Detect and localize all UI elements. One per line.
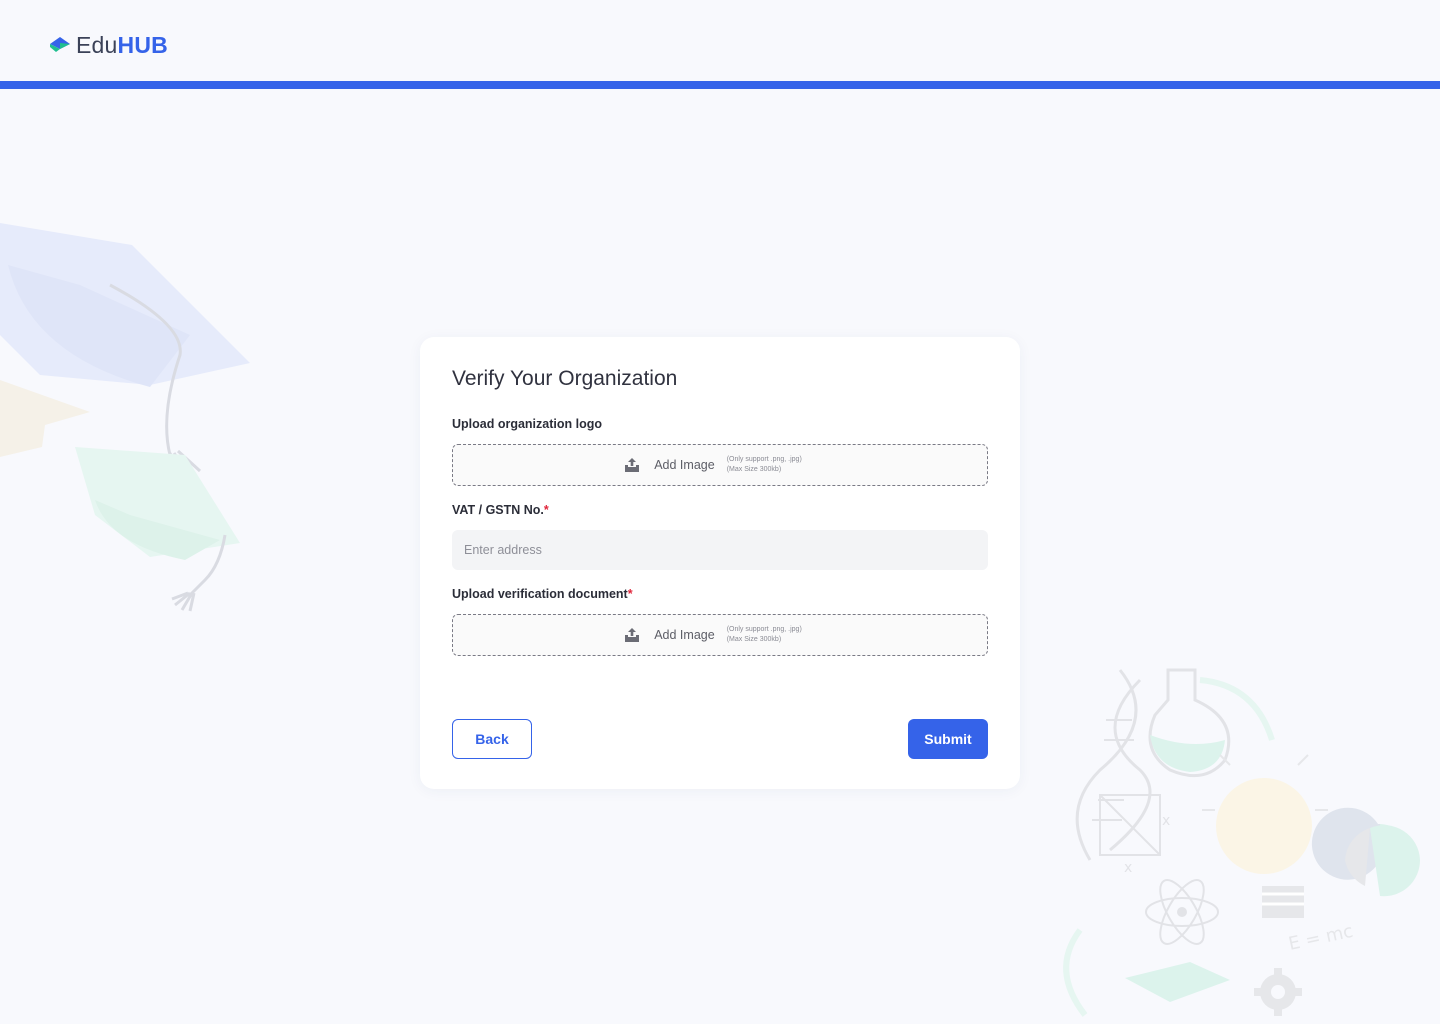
axis-mark-text: x: [1162, 813, 1170, 829]
graduation-caps-illustration: [0, 223, 250, 612]
doc-add-image-label: Add Image: [654, 628, 715, 642]
science-doodles-illustration: x x E = mc: [1063, 668, 1421, 1017]
back-button[interactable]: Back: [452, 719, 532, 759]
brand-name-edu: Edu: [76, 31, 118, 58]
svg-text:x: x: [1124, 860, 1132, 876]
logo-upload-dropzone[interactable]: Add Image (Only support .png, .jpg) (Max…: [452, 444, 988, 486]
doc-upload-dropzone[interactable]: Add Image (Only support .png, .jpg) (Max…: [452, 614, 988, 656]
doc-upload-label-text: Upload verification document: [452, 587, 628, 601]
brand-logo[interactable]: EduHUB: [50, 30, 168, 60]
vat-label-text: VAT / GSTN No.: [452, 503, 544, 517]
logo-add-image-label: Add Image: [654, 458, 715, 472]
brand-name-hub: HUB: [117, 31, 168, 58]
logo-format-hint: (Only support .png, .jpg): [726, 456, 802, 463]
submit-button[interactable]: Submit: [908, 719, 988, 759]
doc-upload-label: Upload verification document*: [452, 587, 633, 601]
graduation-cap-icon: [50, 37, 70, 52]
top-header: EduHUB: [0, 0, 1440, 81]
upload-icon: [625, 458, 640, 472]
doc-size-hint: (Max Size 300kb): [726, 636, 782, 643]
page-title: Verify Your Organization: [452, 367, 678, 390]
verify-organization-card: Verify Your Organization Upload organiza…: [420, 337, 1020, 789]
doc-format-hint: (Only support .png, .jpg): [726, 626, 802, 633]
vat-label: VAT / GSTN No.*: [452, 503, 549, 517]
header-accent-bar: [0, 81, 1440, 89]
logo-upload-label: Upload organization logo: [452, 417, 602, 431]
vat-gstn-input[interactable]: [452, 530, 988, 570]
formula-text: E = mc: [1287, 921, 1355, 955]
doc-required-mark: *: [627, 587, 633, 601]
upload-icon: [625, 628, 640, 642]
logo-size-hint: (Max Size 300kb): [726, 466, 782, 473]
vat-required-mark: *: [543, 503, 549, 517]
